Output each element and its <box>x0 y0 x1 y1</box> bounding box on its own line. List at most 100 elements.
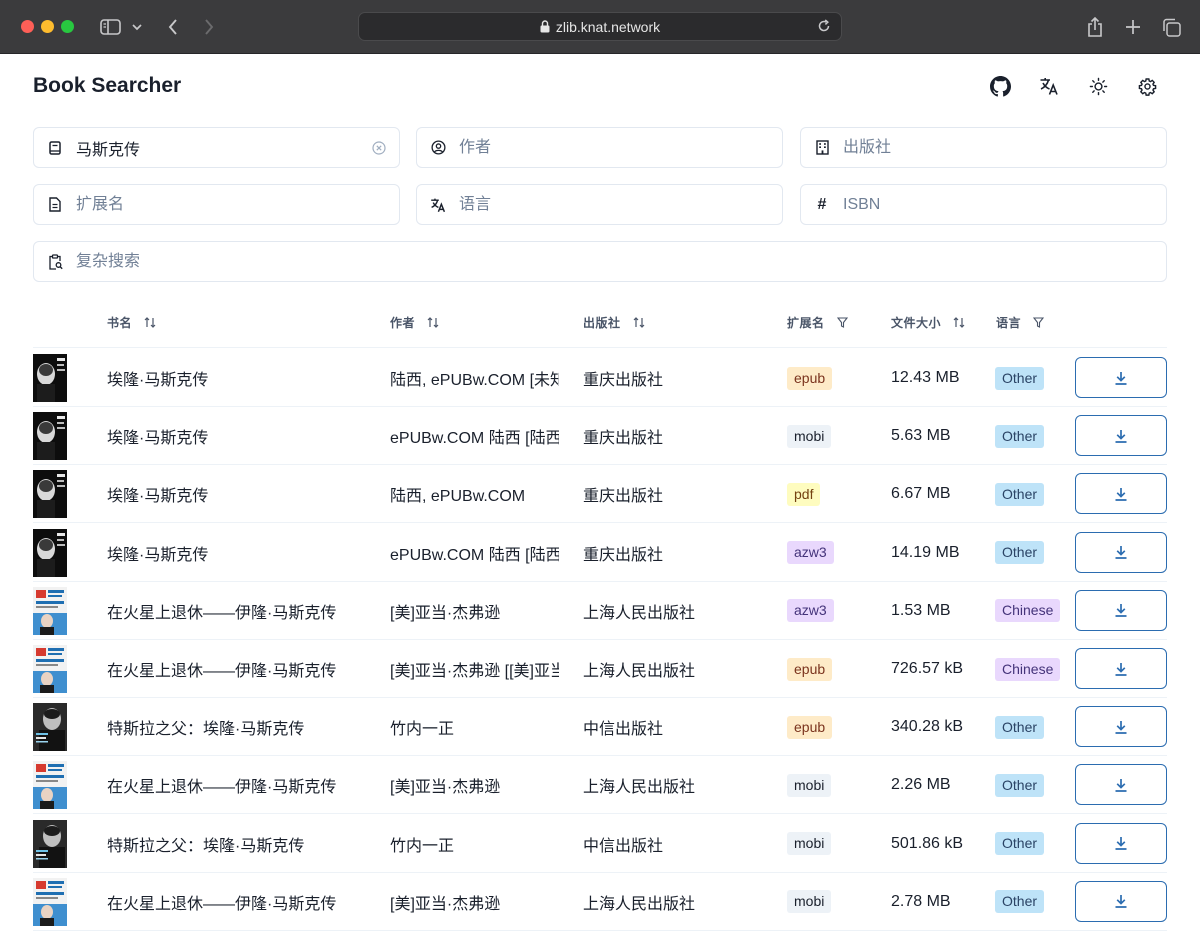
column-header-publisher[interactable]: 出版社 <box>583 314 645 331</box>
sort-icon[interactable] <box>953 317 965 328</box>
table-row: 埃隆·马斯克传 ePUBw.COM 陆西 [陆西] 重庆出版社 azw3 14.… <box>33 524 1167 582</box>
sidebar-toggle-icon[interactable] <box>98 14 122 40</box>
language-badge: Other <box>995 482 1045 506</box>
table-row: 在火星上退休——伊隆·马斯克传 [美]亚当·杰弗逊 上海人民出版社 azw3 1… <box>33 582 1167 640</box>
download-icon <box>1114 603 1128 618</box>
download-button[interactable] <box>1075 415 1167 457</box>
url-text: zlib.knat.network <box>555 18 661 35</box>
isbn-input[interactable] <box>843 185 1166 224</box>
column-header-extension[interactable]: 扩展名 <box>787 314 848 331</box>
column-header-title[interactable]: 书名 <box>107 314 156 331</box>
download-button[interactable] <box>1075 357 1167 398</box>
column-header-label: 作者 <box>390 316 416 330</box>
sort-icon[interactable] <box>427 317 439 328</box>
column-header-label: 扩展名 <box>787 316 825 330</box>
title-search-field[interactable] <box>33 127 400 168</box>
table-row: 特斯拉之父：埃隆·马斯克传 竹内一正 中信出版社 epub 340.28 kB … <box>33 698 1167 757</box>
isbn-search-field[interactable]: # <box>800 184 1167 225</box>
building-icon <box>814 140 830 155</box>
browser-toolbar: zlib.knat.network <box>0 0 1200 54</box>
reload-icon[interactable] <box>817 19 831 33</box>
author-search-field[interactable] <box>416 127 783 168</box>
complex-search-input[interactable] <box>76 242 1166 281</box>
column-header-language[interactable]: 语言 <box>996 314 1045 331</box>
column-header-author[interactable]: 作者 <box>390 314 439 331</box>
language-input[interactable] <box>459 185 782 224</box>
language-search-field[interactable] <box>416 184 783 225</box>
minimize-window-button[interactable] <box>41 20 54 33</box>
download-button[interactable] <box>1075 822 1167 864</box>
complex-search-field[interactable] <box>33 241 1167 282</box>
book-title: 特斯拉之父：埃隆·马斯克传 <box>107 721 305 739</box>
download-button[interactable] <box>1075 648 1167 689</box>
book-cover <box>33 703 67 752</box>
sun-icon[interactable] <box>1084 72 1112 100</box>
sort-icon[interactable] <box>633 317 645 328</box>
book-author: 陆西, ePUBw.COM [未知] <box>390 372 559 389</box>
language-badge: Other <box>995 366 1045 390</box>
table-row: 特斯拉之父：埃隆·马斯克传 竹内一正 中信出版社 mobi 501.86 kB … <box>33 815 1167 873</box>
book-cover <box>33 819 67 868</box>
book-author: [美]亚当·杰弗逊 [[美]亚当·杰弗逊] <box>390 663 559 680</box>
extension-badge: epub <box>787 715 833 739</box>
address-bar[interactable]: zlib.knat.network <box>358 12 842 41</box>
extension-badge: mobi <box>787 773 832 797</box>
column-header-label: 语言 <box>996 316 1022 330</box>
column-header-filesize[interactable]: 文件大小 <box>891 314 965 331</box>
book-author: [美]亚当·杰弗逊 <box>390 895 501 913</box>
book-title: 特斯拉之父：埃隆·马斯克传 <box>107 837 305 855</box>
share-icon[interactable] <box>1085 14 1105 40</box>
github-icon[interactable] <box>986 72 1014 100</box>
table-row: 埃隆·马斯克传 陆西, ePUBw.COM 重庆出版社 pdf 6.67 MB … <box>33 465 1167 524</box>
new-tab-icon[interactable] <box>1123 14 1143 40</box>
file-size: 12.43 MB <box>891 369 960 386</box>
title-input[interactable] <box>76 128 371 167</box>
table-row: 在火星上退休——伊隆·马斯克传 [美]亚当·杰弗逊 上海人民出版社 mobi 2… <box>33 873 1167 931</box>
gear-icon[interactable] <box>1133 72 1161 100</box>
book-title: 埃隆·马斯克传 <box>107 546 209 564</box>
download-button[interactable] <box>1075 473 1167 515</box>
book-author: ePUBw.COM 陆西 [陆西] <box>390 430 559 448</box>
book-author: 竹内一正 <box>390 837 455 855</box>
book-icon <box>47 140 63 155</box>
clear-icon[interactable] <box>371 140 387 155</box>
close-window-button[interactable] <box>21 20 34 33</box>
publisher-input[interactable] <box>843 128 1166 167</box>
translate-icon[interactable] <box>1035 72 1063 100</box>
user-circle-icon <box>430 140 446 155</box>
author-input[interactable] <box>459 128 782 167</box>
file-size: 501.86 kB <box>891 834 964 852</box>
download-button[interactable] <box>1075 589 1167 631</box>
extension-input[interactable] <box>76 185 399 224</box>
forward-icon[interactable] <box>199 14 219 40</box>
book-author: 竹内一正 <box>390 721 455 739</box>
book-publisher: 上海人民出版社 <box>583 604 696 622</box>
zoom-window-button[interactable] <box>61 20 74 33</box>
filter-icon[interactable] <box>1033 317 1045 328</box>
tab-overview-icon[interactable] <box>1160 14 1182 40</box>
publisher-search-field[interactable] <box>800 127 1167 168</box>
back-icon[interactable] <box>163 14 183 40</box>
download-button[interactable] <box>1075 706 1167 748</box>
column-header-label: 出版社 <box>583 316 621 330</box>
extension-badge: azw3 <box>787 541 834 565</box>
file-size: 340.28 kB <box>891 718 964 736</box>
language-badge: Chinese <box>995 599 1061 623</box>
download-icon <box>1114 487 1128 501</box>
download-button[interactable] <box>1075 764 1167 806</box>
table-row: 在火星上退休——伊隆·马斯克传 [美]亚当·杰弗逊 [[美]亚当·杰弗逊] 上海… <box>33 640 1167 698</box>
app-title: Book Searcher <box>33 74 182 97</box>
download-button[interactable] <box>1075 531 1167 573</box>
language-badge: Other <box>995 424 1045 448</box>
book-publisher: 中信出版社 <box>583 721 664 739</box>
extension-search-field[interactable] <box>33 184 400 225</box>
download-button[interactable] <box>1075 880 1167 922</box>
chevron-down-icon[interactable] <box>130 14 144 40</box>
sort-icon[interactable] <box>144 317 156 328</box>
file-size: 1.53 MB <box>891 601 951 619</box>
column-header-label: 文件大小 <box>891 316 942 330</box>
download-icon <box>1114 662 1128 676</box>
book-title: 埃隆·马斯克传 <box>107 430 209 448</box>
filter-icon[interactable] <box>836 317 848 328</box>
table-row: 埃隆·马斯克传 ePUBw.COM 陆西 [陆西] 重庆出版社 mobi 5.6… <box>33 407 1167 466</box>
